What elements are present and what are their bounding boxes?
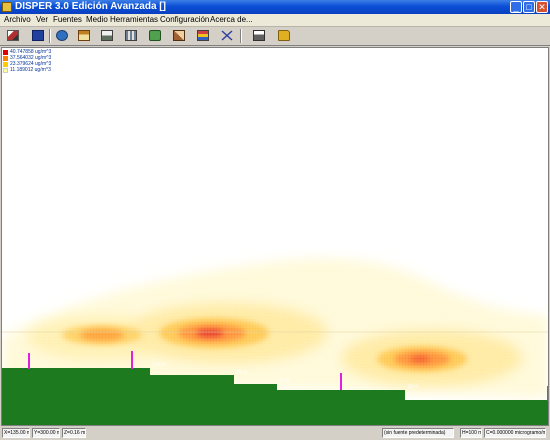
map-view-button[interactable] bbox=[146, 28, 164, 44]
app-icon bbox=[2, 2, 12, 12]
plume-view-canvas[interactable]: 100 m 20 m 70 m 10 m 40.747858 ug/m^3 37… bbox=[1, 47, 549, 426]
menu-bar: Archivo Ver Fuentes Medio Herramientas C… bbox=[0, 14, 550, 27]
status-concentration: C=0.000000 microgramo/m^3 bbox=[484, 428, 546, 438]
save-button[interactable] bbox=[29, 28, 47, 44]
distance-label: 100 m bbox=[152, 362, 166, 368]
menu-medio[interactable]: Medio bbox=[86, 14, 108, 26]
receptor-grid-button[interactable] bbox=[122, 28, 140, 44]
status-z-coordinate: Z=0.16 m bbox=[62, 428, 86, 438]
legend-swatch-pale-yellow bbox=[3, 68, 8, 73]
chimney-source-icon bbox=[78, 30, 90, 41]
distance-label: 20 m bbox=[236, 370, 247, 376]
window-title: DISPER 3.0 Edición Avanzada [] bbox=[15, 1, 166, 12]
status-height: H=100 m bbox=[460, 428, 482, 438]
color-scale-button[interactable] bbox=[194, 28, 212, 44]
axes-button[interactable] bbox=[218, 28, 236, 44]
source-settings-icon bbox=[56, 30, 68, 41]
app-window: DISPER 3.0 Edición Avanzada [] _ □ ✕ Arc… bbox=[0, 0, 550, 440]
maximize-button[interactable]: □ bbox=[523, 1, 535, 13]
pencil-edit-button[interactable] bbox=[4, 28, 22, 44]
calculate-button[interactable] bbox=[170, 28, 188, 44]
close-button[interactable]: ✕ bbox=[536, 1, 548, 13]
map-view-icon bbox=[149, 30, 161, 41]
terrain-edit-icon bbox=[101, 30, 113, 41]
receptor-grid-icon bbox=[125, 30, 137, 41]
stack-source-3[interactable] bbox=[340, 373, 342, 390]
calculate-icon bbox=[173, 30, 185, 41]
menu-herramientas[interactable]: Herramientas bbox=[110, 14, 158, 26]
menu-fuentes[interactable]: Fuentes bbox=[53, 14, 82, 26]
print-icon bbox=[253, 30, 265, 41]
axes-icon bbox=[221, 30, 233, 41]
stack-source-4[interactable] bbox=[547, 386, 548, 401]
status-default-source: (sin fuente predeterminada) bbox=[382, 428, 454, 438]
status-bar: X=135.00 m Y=300.00 m Z=0.16 m (sin fuen… bbox=[0, 427, 550, 440]
terrain-edit-button[interactable] bbox=[98, 28, 116, 44]
distance-label: 10 m bbox=[407, 384, 418, 390]
menu-configuracion[interactable]: Configuración bbox=[160, 14, 209, 26]
print-button[interactable] bbox=[250, 28, 268, 44]
stack-source-2[interactable] bbox=[131, 351, 133, 369]
status-x-coordinate: X=135.00 m bbox=[2, 428, 30, 438]
open-folder-icon bbox=[278, 30, 290, 41]
distance-label: 70 m bbox=[279, 378, 290, 384]
open-folder-button[interactable] bbox=[275, 28, 293, 44]
toolbar-separator bbox=[49, 29, 51, 43]
chimney-source-button[interactable] bbox=[75, 28, 93, 44]
legend-swatch-yellow bbox=[3, 62, 8, 67]
plume-profile-plot: 100 m 20 m 70 m 10 m bbox=[2, 248, 548, 425]
legend-label: 11.189012 ug/m^3 bbox=[10, 67, 51, 73]
stack-source-1[interactable] bbox=[28, 353, 30, 369]
source-settings-button[interactable] bbox=[53, 28, 71, 44]
pencil-edit-icon bbox=[7, 30, 19, 41]
menu-ver[interactable]: Ver bbox=[36, 14, 48, 26]
menu-acerca-de[interactable]: Acerca de... bbox=[210, 14, 253, 26]
title-bar[interactable]: DISPER 3.0 Edición Avanzada [] _ □ ✕ bbox=[0, 0, 550, 14]
minimize-button[interactable]: _ bbox=[510, 1, 522, 13]
status-y-coordinate: Y=300.00 m bbox=[32, 428, 60, 438]
menu-archivo[interactable]: Archivo bbox=[4, 14, 31, 26]
legend-swatch-red bbox=[3, 50, 8, 55]
save-disk-icon bbox=[32, 30, 44, 41]
color-scale-icon bbox=[197, 30, 209, 41]
toolbar-separator bbox=[240, 29, 242, 43]
toolbar bbox=[0, 27, 550, 46]
legend-swatch-orange bbox=[3, 56, 8, 61]
